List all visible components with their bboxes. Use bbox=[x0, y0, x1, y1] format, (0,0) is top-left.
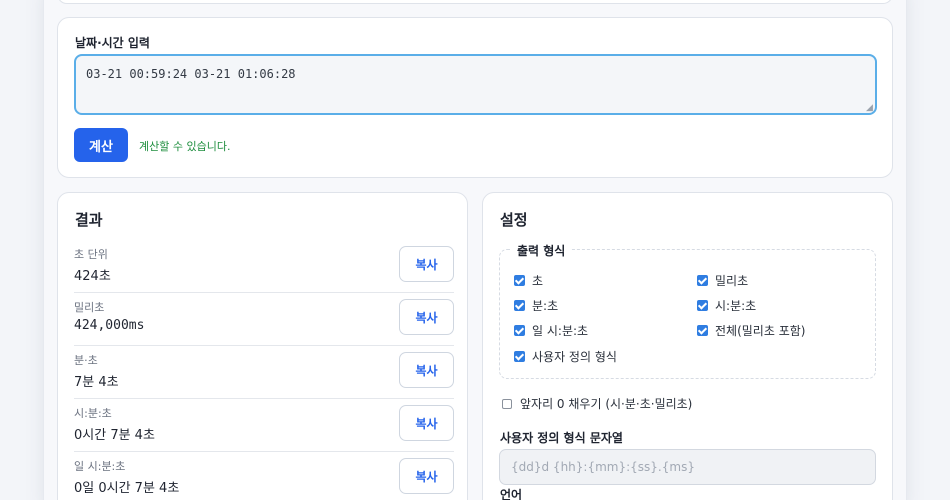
result-value: 0시간 7분 4초 bbox=[74, 428, 155, 443]
settings-title: 설정 bbox=[500, 211, 528, 229]
result-label: 시:분:초 bbox=[74, 407, 112, 420]
checkbox-checked-icon[interactable] bbox=[514, 325, 525, 336]
copy-button[interactable]: 복사 bbox=[399, 352, 454, 388]
settings-card: 설정 출력 형식 초 밀리초 분:초 시:분:초 일 시:분:초 전체(밀리초 … bbox=[482, 192, 893, 500]
result-row-dhms: 일 시:분:초 0일 0시간 7분 4초 복사 bbox=[74, 452, 454, 500]
format-option-label: 밀리초 bbox=[715, 274, 749, 288]
result-value: 424,000ms bbox=[74, 318, 145, 333]
format-option-dhms[interactable]: 일 시:분:초 bbox=[514, 322, 588, 339]
copy-button[interactable]: 복사 bbox=[399, 458, 454, 494]
datetime-input-label: 날짜·시간 입력 bbox=[75, 36, 150, 50]
status-message: 계산할 수 있습니다. bbox=[139, 140, 231, 153]
result-label: 분·초 bbox=[74, 354, 98, 367]
format-option-milliseconds[interactable]: 밀리초 bbox=[697, 272, 748, 289]
format-option-label: 시:분:초 bbox=[715, 299, 757, 313]
pad-zero-label: 앞자리 0 채우기 (시·분·초·밀리초) bbox=[520, 397, 693, 411]
result-row-hms: 시:분:초 0시간 7분 4초 복사 bbox=[74, 399, 454, 452]
result-row-milliseconds: 밀리초 424,000ms 복사 bbox=[74, 293, 454, 346]
results-title: 결과 bbox=[75, 211, 103, 229]
custom-format-label: 사용자 정의 형식 문자열 bbox=[500, 431, 623, 445]
result-label: 일 시:분:초 bbox=[74, 460, 126, 473]
format-option-label: 전체(밀리초 포함) bbox=[715, 324, 806, 338]
calculate-button[interactable]: 계산 bbox=[74, 128, 128, 162]
result-value: 7분 4초 bbox=[74, 375, 119, 390]
checkbox-checked-icon[interactable] bbox=[697, 325, 708, 336]
copy-button[interactable]: 복사 bbox=[399, 299, 454, 335]
datetime-textarea[interactable]: 03-21 00:59:24 03-21 01:06:28 bbox=[74, 54, 877, 115]
checkbox-checked-icon[interactable] bbox=[514, 351, 525, 362]
result-row-min-sec: 분·초 7분 4초 복사 bbox=[74, 346, 454, 399]
format-option-label: 분:초 bbox=[532, 299, 559, 313]
resize-grip-icon[interactable]: ◢ bbox=[866, 104, 874, 113]
checkbox-checked-icon[interactable] bbox=[697, 300, 708, 311]
format-option-label: 일 시:분:초 bbox=[532, 324, 589, 338]
custom-format-input[interactable] bbox=[499, 449, 876, 485]
format-option-seconds[interactable]: 초 bbox=[514, 272, 543, 289]
results-card: 결과 초 단위 424초 복사 밀리초 424,000ms 복사 분·초 7분 … bbox=[57, 192, 468, 500]
format-option-full[interactable]: 전체(밀리초 포함) bbox=[697, 322, 805, 339]
previous-card-edge bbox=[57, 0, 893, 4]
output-format-legend: 출력 형식 bbox=[511, 242, 572, 259]
checkbox-checked-icon[interactable] bbox=[514, 275, 525, 286]
format-option-hms[interactable]: 시:분:초 bbox=[697, 297, 756, 314]
checkbox-unchecked-icon[interactable] bbox=[502, 398, 512, 409]
pad-zero-option[interactable]: 앞자리 0 채우기 (시·분·초·밀리초) bbox=[502, 395, 692, 412]
datetime-input-card: 날짜·시간 입력 03-21 00:59:24 03-21 01:06:28 ◢… bbox=[57, 17, 893, 178]
format-option-label: 초 bbox=[532, 274, 544, 288]
checkbox-checked-icon[interactable] bbox=[697, 275, 708, 286]
result-label: 밀리초 bbox=[74, 301, 105, 314]
format-option-min-sec[interactable]: 분:초 bbox=[514, 297, 558, 314]
language-label: 언어 bbox=[500, 488, 523, 500]
format-option-label: 사용자 정의 형식 bbox=[532, 350, 617, 364]
copy-button[interactable]: 복사 bbox=[399, 405, 454, 441]
checkbox-checked-icon[interactable] bbox=[514, 300, 525, 311]
result-value: 424초 bbox=[74, 269, 111, 284]
result-label: 초 단위 bbox=[74, 248, 108, 261]
result-value: 0일 0시간 7분 4초 bbox=[74, 481, 180, 496]
copy-button[interactable]: 복사 bbox=[399, 246, 454, 282]
format-option-custom[interactable]: 사용자 정의 형식 bbox=[514, 348, 617, 365]
result-row-seconds: 초 단위 424초 복사 bbox=[74, 240, 454, 293]
